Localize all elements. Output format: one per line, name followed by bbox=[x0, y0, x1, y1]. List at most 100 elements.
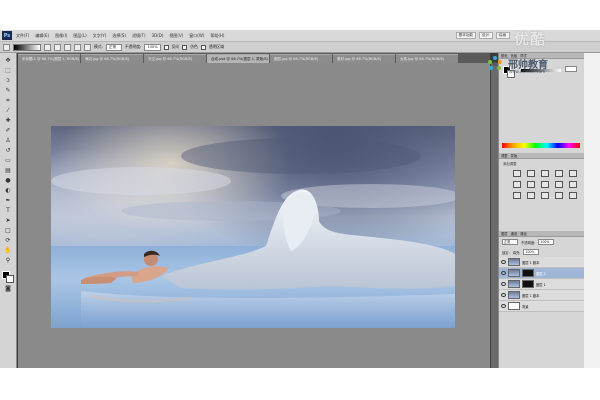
menu-layer[interactable]: 图层(L) bbox=[73, 33, 86, 39]
layer-opacity-field[interactable]: 100% bbox=[538, 239, 555, 245]
shape-tool-icon[interactable]: □ bbox=[4, 227, 13, 235]
menu-window[interactable]: 窗口(W) bbox=[189, 33, 204, 39]
mode-select[interactable]: 正常 bbox=[105, 43, 122, 51]
history-brush-tool-icon[interactable]: ↺ bbox=[4, 147, 13, 155]
eraser-tool-icon[interactable]: ▭ bbox=[4, 157, 13, 165]
pen-tool-icon[interactable]: ✒ bbox=[4, 197, 13, 205]
brightness-contrast-icon[interactable] bbox=[513, 170, 521, 177]
document-canvas-image[interactable] bbox=[51, 126, 455, 328]
color-balance-icon[interactable] bbox=[527, 181, 535, 188]
menu-view[interactable]: 视图(V) bbox=[169, 33, 183, 39]
tab-document-3[interactable]: 天空.jpg @ 66.7%(RGB/8) bbox=[144, 54, 206, 63]
type-tool-icon[interactable]: T bbox=[4, 207, 13, 215]
eyedropper-tool-icon[interactable]: ⁄ bbox=[4, 107, 13, 115]
threshold-icon[interactable] bbox=[541, 192, 549, 199]
layer-row[interactable]: 图层 1 副本 bbox=[499, 290, 585, 301]
layer-thumbnail bbox=[508, 258, 520, 266]
transparency-checkbox[interactable] bbox=[200, 44, 206, 50]
visibility-eye-icon[interactable] bbox=[501, 260, 506, 264]
layer-row[interactable]: 图层 1 副本 bbox=[499, 257, 585, 268]
layer-row[interactable]: 图层 1 bbox=[499, 279, 585, 290]
layer-name: 背景 bbox=[522, 304, 529, 309]
tab-document-5[interactable]: 图层.jpg @ 66.7%(RGB/8) bbox=[270, 54, 332, 63]
radial-gradient-icon[interactable] bbox=[54, 43, 61, 51]
lasso-tool-icon[interactable]: ↄ bbox=[4, 77, 13, 85]
tab-channels[interactable]: 通道 bbox=[511, 231, 518, 236]
move-tool-icon[interactable]: ✥ bbox=[4, 57, 13, 65]
visibility-eye-icon[interactable] bbox=[501, 293, 506, 297]
tab-masks[interactable]: 蒙版 bbox=[511, 153, 518, 158]
hand-tool-icon[interactable]: ✋ bbox=[4, 247, 13, 255]
healing-brush-tool-icon[interactable]: ✚ bbox=[4, 117, 13, 125]
opacity-field[interactable]: 100% bbox=[144, 43, 161, 51]
marquee-tool-icon[interactable]: ⬚ bbox=[4, 67, 13, 75]
tab-adjustments[interactable]: 调整 bbox=[501, 153, 508, 158]
visibility-eye-icon[interactable] bbox=[501, 282, 506, 286]
gradient-map-icon[interactable] bbox=[555, 192, 563, 199]
tab-paths[interactable]: 路径 bbox=[520, 231, 527, 236]
layer-row-selected[interactable]: 图层 2 bbox=[499, 268, 585, 279]
gray-value-field[interactable] bbox=[565, 66, 577, 72]
collapsed-panel-strip[interactable] bbox=[490, 63, 498, 368]
hue-saturation-icon[interactable] bbox=[513, 181, 521, 188]
layer-mask-thumbnail[interactable] bbox=[522, 269, 534, 277]
menu-image[interactable]: 图像(I) bbox=[55, 33, 67, 39]
tab-document-active[interactable]: 合成.psd @ 66.7%(图层 1, 蒙版/8) bbox=[207, 54, 269, 63]
menu-edit[interactable]: 编辑(E) bbox=[35, 33, 49, 39]
exposure-icon[interactable] bbox=[555, 170, 563, 177]
invert-icon[interactable] bbox=[513, 192, 521, 199]
visibility-eye-icon[interactable] bbox=[501, 304, 506, 308]
diamond-gradient-icon[interactable] bbox=[84, 43, 91, 51]
layer-mask-thumbnail[interactable] bbox=[522, 280, 534, 288]
layer-fill-field[interactable]: 100% bbox=[523, 249, 540, 255]
linear-gradient-icon[interactable] bbox=[44, 43, 51, 51]
selective-color-icon[interactable] bbox=[569, 192, 577, 199]
background-color-swatch[interactable] bbox=[6, 275, 14, 283]
menu-3d[interactable]: 3D(D) bbox=[152, 33, 164, 38]
angle-gradient-icon[interactable] bbox=[64, 43, 71, 51]
tab-document-2[interactable]: 海边.jpg @ 66.7%(RGB/8) bbox=[81, 54, 143, 63]
canvas-workspace[interactable] bbox=[18, 63, 490, 368]
reverse-checkbox[interactable] bbox=[163, 44, 169, 50]
quick-select-tool-icon[interactable]: ✎ bbox=[4, 87, 13, 95]
black-white-icon[interactable] bbox=[541, 181, 549, 188]
posterize-icon[interactable] bbox=[527, 192, 535, 199]
gradient-picker[interactable] bbox=[13, 43, 41, 51]
workspace-painting-button[interactable]: 绘画 bbox=[496, 32, 510, 39]
reflected-gradient-icon[interactable] bbox=[74, 43, 81, 51]
menu-filter[interactable]: 滤镜(T) bbox=[132, 33, 146, 39]
3d-rotate-tool-icon[interactable]: ⟳ bbox=[4, 237, 13, 245]
channel-mixer-icon[interactable] bbox=[569, 181, 577, 188]
visibility-eye-icon[interactable] bbox=[501, 271, 506, 275]
tab-document-1[interactable]: 未标题-1 @ 66.7%(图层 1, RGB/8) bbox=[18, 54, 80, 63]
quick-mask-icon[interactable]: ◙ bbox=[4, 285, 13, 293]
panel-gutter bbox=[584, 53, 600, 368]
layer-row[interactable]: 背景 bbox=[499, 301, 585, 312]
tab-document-6[interactable]: 素材.jpg @ 66.7%(RGB/8) bbox=[333, 54, 395, 63]
crop-tool-icon[interactable]: ⌗ bbox=[4, 97, 13, 105]
gradient-tool-icon[interactable]: ▤ bbox=[4, 167, 13, 175]
menu-select[interactable]: 选择(S) bbox=[112, 33, 126, 39]
workspace-essentials-button[interactable]: 基本功能 bbox=[455, 32, 476, 39]
dodge-tool-icon[interactable]: ◐ bbox=[4, 187, 13, 195]
color-swatches[interactable] bbox=[2, 271, 14, 283]
photo-filter-icon[interactable] bbox=[555, 181, 563, 188]
menu-type[interactable]: 文字(Y) bbox=[93, 33, 107, 39]
zoom-tool-icon[interactable]: ⚲ bbox=[4, 257, 13, 265]
vibrance-icon[interactable] bbox=[569, 170, 577, 177]
color-spectrum-bar[interactable] bbox=[502, 143, 580, 148]
path-select-tool-icon[interactable]: ➤ bbox=[4, 217, 13, 225]
curves-icon[interactable] bbox=[541, 170, 549, 177]
tab-layers[interactable]: 图层 bbox=[501, 231, 508, 236]
blend-mode-select[interactable]: 正常 bbox=[502, 239, 518, 245]
tool-preset-icon[interactable] bbox=[3, 43, 10, 51]
workspace-design-button[interactable]: 设计 bbox=[479, 32, 493, 39]
menu-file[interactable]: 文件(F) bbox=[16, 33, 29, 39]
blur-tool-icon[interactable]: ● bbox=[4, 177, 13, 185]
menu-help[interactable]: 帮助(H) bbox=[210, 33, 224, 39]
clone-stamp-tool-icon[interactable]: ♙ bbox=[4, 137, 13, 145]
dither-checkbox[interactable] bbox=[182, 44, 188, 50]
levels-icon[interactable] bbox=[527, 170, 535, 177]
tab-document-7[interactable]: 女孩.jpg @ 66.7%(RGB/8) bbox=[396, 54, 458, 63]
brush-tool-icon[interactable]: ✐ bbox=[4, 127, 13, 135]
